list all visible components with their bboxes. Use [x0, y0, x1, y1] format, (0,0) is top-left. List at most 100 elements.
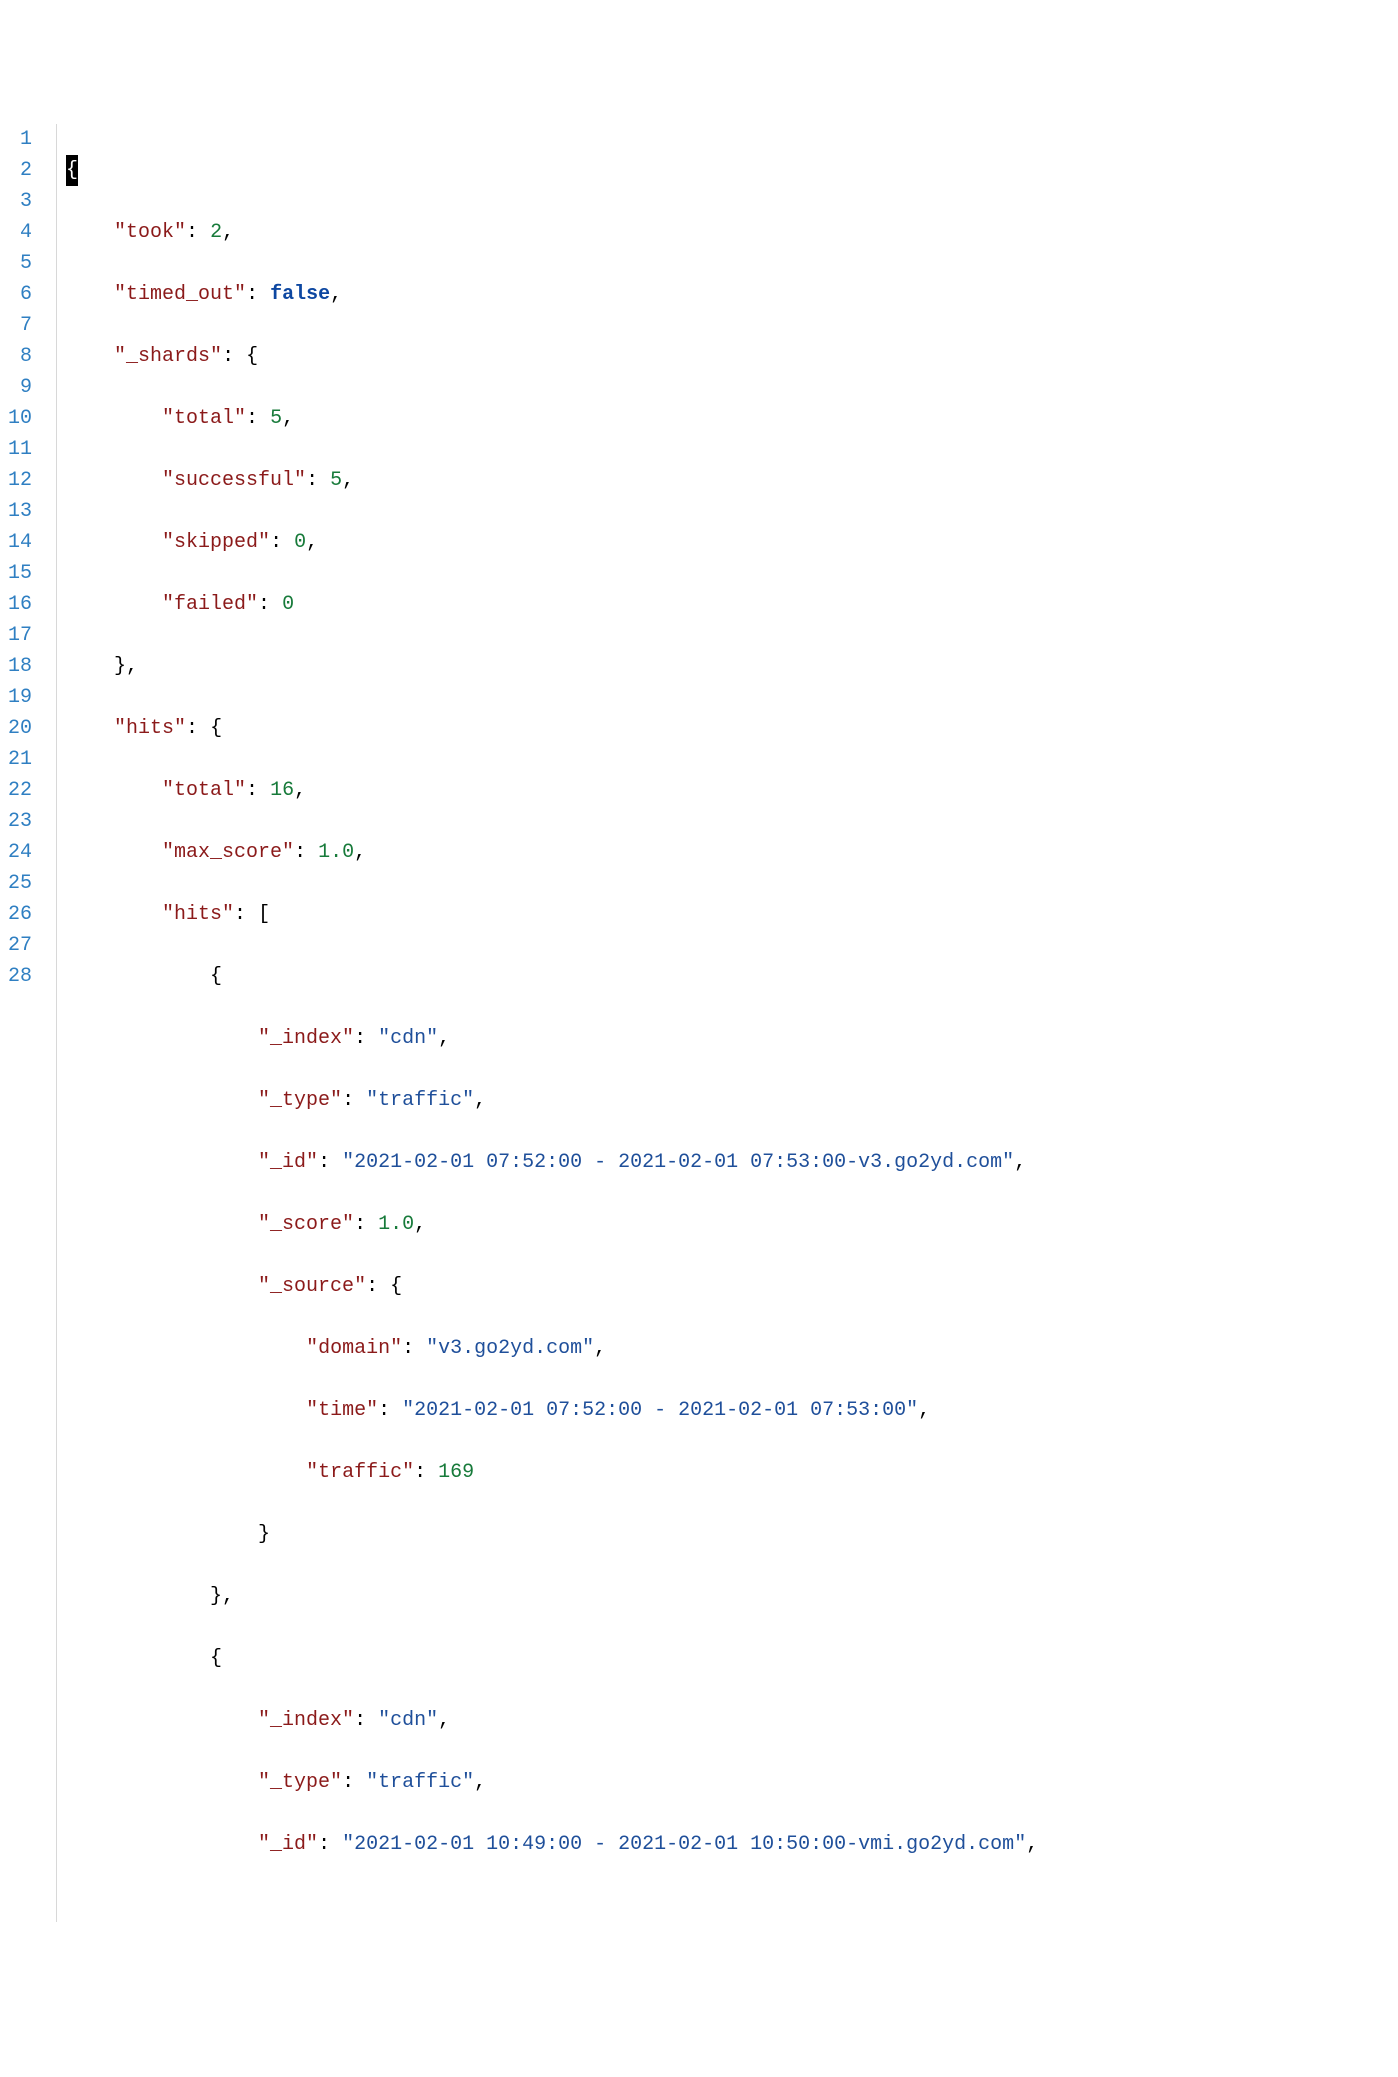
line-number: 19 — [8, 682, 32, 713]
line-number: 7 — [8, 310, 32, 341]
code-line[interactable]: { — [66, 961, 1398, 992]
json-string: "2021-02-01 10:49:00 - 2021-02-01 10:50:… — [342, 1833, 1026, 1856]
json-number: 5 — [330, 469, 342, 492]
code-line[interactable]: "_score": 1.0, — [66, 1209, 1398, 1240]
json-key: "took" — [114, 221, 186, 244]
code-line[interactable]: { — [66, 155, 1398, 186]
json-key: "skipped" — [162, 531, 270, 554]
line-number-gutter: 1234567891011121314151617181920212223242… — [0, 124, 46, 1922]
code-line[interactable]: "hits": [ — [66, 899, 1398, 930]
json-key: "traffic" — [306, 1461, 414, 1484]
line-number: 14 — [8, 527, 32, 558]
line-number: 1 — [8, 124, 32, 155]
code-line[interactable]: "_index": "cdn", — [66, 1705, 1398, 1736]
json-string: "cdn" — [378, 1709, 438, 1732]
json-number: 1.0 — [318, 841, 354, 864]
json-key: "_id" — [258, 1151, 318, 1174]
line-number: 21 — [8, 744, 32, 775]
line-number: 3 — [8, 186, 32, 217]
code-line[interactable]: { — [66, 1643, 1398, 1674]
line-number: 5 — [8, 248, 32, 279]
line-number: 16 — [8, 589, 32, 620]
code-line[interactable]: "_id": "2021-02-01 07:52:00 - 2021-02-01… — [66, 1147, 1398, 1178]
code-line[interactable]: "skipped": 0, — [66, 527, 1398, 558]
json-key: "total" — [162, 407, 246, 430]
json-key: "total" — [162, 779, 246, 802]
json-key: "_score" — [258, 1213, 354, 1236]
code-line[interactable]: "successful": 5, — [66, 465, 1398, 496]
json-key: "_index" — [258, 1709, 354, 1732]
line-number: 17 — [8, 620, 32, 651]
code-line[interactable]: "_id": "2021-02-01 10:49:00 - 2021-02-01… — [66, 1829, 1398, 1860]
json-number: 0 — [282, 593, 294, 616]
json-key: "timed_out" — [114, 283, 246, 306]
code-line[interactable]: "_type": "traffic", — [66, 1085, 1398, 1116]
line-number: 8 — [8, 341, 32, 372]
code-editor[interactable]: 1234567891011121314151617181920212223242… — [0, 124, 1398, 1922]
json-key: "max_score" — [162, 841, 294, 864]
fold-guide-line — [56, 124, 57, 1922]
json-number: 16 — [270, 779, 294, 802]
json-key: "hits" — [114, 717, 186, 740]
json-boolean: false — [270, 283, 330, 306]
json-key: "_type" — [258, 1089, 342, 1112]
json-string: "traffic" — [366, 1771, 474, 1794]
code-line[interactable]: "_source": { — [66, 1271, 1398, 1302]
json-string: "cdn" — [378, 1027, 438, 1050]
line-number: 20 — [8, 713, 32, 744]
json-key: "failed" — [162, 593, 258, 616]
json-key: "_type" — [258, 1771, 342, 1794]
code-line[interactable]: "traffic": 169 — [66, 1457, 1398, 1488]
line-number: 2 — [8, 155, 32, 186]
code-content[interactable]: { "took": 2, "timed_out": false, "_shard… — [66, 124, 1398, 1922]
json-number: 5 — [270, 407, 282, 430]
code-line[interactable]: }, — [66, 651, 1398, 682]
json-key: "hits" — [162, 903, 234, 926]
code-line[interactable]: "failed": 0 — [66, 589, 1398, 620]
json-string: "2021-02-01 07:52:00 - 2021-02-01 07:53:… — [402, 1399, 918, 1422]
json-key: "_index" — [258, 1027, 354, 1050]
line-number: 12 — [8, 465, 32, 496]
json-key: "_source" — [258, 1275, 366, 1298]
fold-guide-column — [46, 124, 66, 1922]
code-line[interactable]: "total": 5, — [66, 403, 1398, 434]
line-number: 25 — [8, 868, 32, 899]
json-number: 0 — [294, 531, 306, 554]
code-line[interactable]: "total": 16, — [66, 775, 1398, 806]
json-key: "domain" — [306, 1337, 402, 1360]
json-string: "v3.go2yd.com" — [426, 1337, 594, 1360]
code-line[interactable]: "max_score": 1.0, — [66, 837, 1398, 868]
json-key: "time" — [306, 1399, 378, 1422]
line-number: 13 — [8, 496, 32, 527]
line-number: 10 — [8, 403, 32, 434]
code-line[interactable]: } — [66, 1519, 1398, 1550]
code-line[interactable]: "time": "2021-02-01 07:52:00 - 2021-02-0… — [66, 1395, 1398, 1426]
line-number: 4 — [8, 217, 32, 248]
json-key: "_id" — [258, 1833, 318, 1856]
line-number: 22 — [8, 775, 32, 806]
line-number: 28 — [8, 961, 32, 992]
line-number: 24 — [8, 837, 32, 868]
json-string: "traffic" — [366, 1089, 474, 1112]
code-line[interactable]: "hits": { — [66, 713, 1398, 744]
line-number: 18 — [8, 651, 32, 682]
json-number: 169 — [438, 1461, 474, 1484]
line-number: 9 — [8, 372, 32, 403]
json-key: "_shards" — [114, 345, 222, 368]
code-line[interactable]: "domain": "v3.go2yd.com", — [66, 1333, 1398, 1364]
json-number: 1.0 — [378, 1213, 414, 1236]
json-string: "2021-02-01 07:52:00 - 2021-02-01 07:53:… — [342, 1151, 1014, 1174]
code-line[interactable]: "_index": "cdn", — [66, 1023, 1398, 1054]
code-line[interactable]: "timed_out": false, — [66, 279, 1398, 310]
line-number: 27 — [8, 930, 32, 961]
code-line[interactable]: "_type": "traffic", — [66, 1767, 1398, 1798]
line-number: 23 — [8, 806, 32, 837]
line-number: 6 — [8, 279, 32, 310]
code-line[interactable]: "_shards": { — [66, 341, 1398, 372]
line-number: 11 — [8, 434, 32, 465]
json-key: "successful" — [162, 469, 306, 492]
code-line[interactable]: }, — [66, 1581, 1398, 1612]
json-number: 2 — [210, 221, 222, 244]
line-number: 15 — [8, 558, 32, 589]
code-line[interactable]: "took": 2, — [66, 217, 1398, 248]
